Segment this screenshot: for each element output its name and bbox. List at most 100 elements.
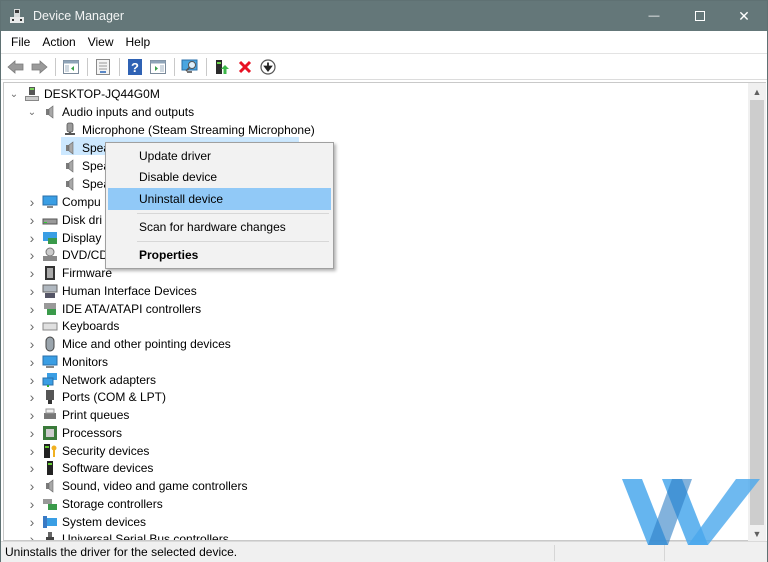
maximize-button[interactable]	[677, 1, 723, 31]
tree-node-label: Audio inputs and outputs	[62, 105, 195, 119]
tree-node-category[interactable]: › Network adapters	[26, 371, 156, 389]
tree-node-audio-inputs-outputs[interactable]: ⌄ Audio inputs and outputs	[26, 103, 194, 121]
toolbar-separator	[174, 57, 175, 76]
properties-button[interactable]	[92, 56, 114, 78]
tree-node-category[interactable]: › Print queues	[26, 406, 130, 424]
show-hide-console-tree-button[interactable]	[60, 56, 82, 78]
microphone-icon	[62, 122, 78, 138]
chevron-right-icon[interactable]: ›	[26, 335, 38, 353]
menu-view[interactable]: View	[82, 35, 120, 49]
tree-node-label: Network adapters	[62, 372, 157, 387]
scan-hardware-button[interactable]	[179, 56, 201, 78]
chevron-right-icon[interactable]: ›	[26, 388, 38, 406]
context-menu-properties[interactable]: Properties	[108, 244, 331, 266]
tree-node-label: System devices	[62, 514, 147, 529]
status-divider	[554, 545, 555, 561]
uninstall-device-icon	[238, 60, 252, 73]
tree-node-category[interactable]: › DVD/CD	[26, 246, 108, 264]
chevron-down-icon[interactable]: ⌄	[8, 85, 20, 103]
menu-action[interactable]: Action	[36, 35, 81, 49]
tree-node-category[interactable]: › Security devices	[26, 442, 150, 460]
tree-node-label: Compu	[62, 195, 101, 209]
printer-icon	[42, 407, 58, 423]
disable-device-button[interactable]	[257, 56, 279, 78]
tree-node-label: DESKTOP-JQ44G0M	[44, 87, 160, 101]
speaker-icon	[62, 140, 78, 156]
storage-controller-icon	[42, 496, 58, 512]
tree-node-speakers-selected[interactable]: Spea	[58, 139, 111, 157]
context-menu-update-driver[interactable]: Update driver	[108, 145, 331, 167]
chevron-right-icon[interactable]: ›	[26, 264, 38, 282]
chevron-right-icon[interactable]: ›	[26, 406, 38, 424]
tree-node-label: Storage controllers	[62, 496, 163, 511]
toolbar-separator	[87, 57, 88, 76]
tree-node-category[interactable]: › Sound, video and game controllers	[26, 477, 248, 495]
vertical-scrollbar[interactable]: ▲ ▼	[748, 82, 766, 541]
tree-node-category[interactable]: › Firmware	[26, 264, 112, 282]
tree-node-category[interactable]: › Processors	[26, 424, 122, 442]
back-button[interactable]	[5, 56, 27, 78]
chevron-right-icon[interactable]: ›	[26, 317, 38, 335]
scrollbar-thumb[interactable]	[750, 100, 764, 525]
chevron-right-icon[interactable]: ›	[26, 513, 38, 531]
chevron-right-icon[interactable]: ›	[26, 442, 38, 460]
tree-node-category[interactable]: › Storage controllers	[26, 495, 163, 513]
chevron-right-icon[interactable]: ›	[26, 424, 38, 442]
chevron-right-icon[interactable]: ›	[26, 459, 38, 477]
chevron-right-icon[interactable]: ›	[26, 193, 38, 211]
tree-node-label: Sound, video and game controllers	[62, 479, 248, 493]
chevron-right-icon[interactable]: ›	[26, 246, 38, 264]
tree-node-category[interactable]: › Disk dri	[26, 211, 102, 229]
disk-drive-icon	[42, 212, 58, 228]
minimize-button[interactable]: —	[631, 1, 677, 31]
context-menu-scan-hardware[interactable]: Scan for hardware changes	[108, 216, 331, 238]
tree-node-category[interactable]: › Monitors	[26, 353, 108, 371]
scroll-up-button[interactable]: ▲	[748, 83, 766, 100]
tree-node-category[interactable]: › System devices	[26, 513, 146, 531]
tree-node-category[interactable]: › IDE ATA/ATAPI controllers	[26, 300, 202, 318]
tree-node-speakers[interactable]: Spea	[58, 175, 110, 193]
tree-node-category[interactable]: › Software devices	[26, 459, 154, 477]
context-menu-uninstall-device[interactable]: Uninstall device	[108, 188, 331, 210]
title-bar[interactable]: Device Manager — ✕	[1, 1, 767, 31]
help-button[interactable]: ?	[124, 56, 146, 78]
uninstall-device-button[interactable]	[234, 56, 256, 78]
action-pane-button[interactable]	[147, 56, 169, 78]
processor-icon	[42, 425, 58, 441]
tree-node-microphone[interactable]: Microphone (Steam Streaming Microphone)	[58, 121, 315, 139]
tree-node-computer-root[interactable]: ⌄ DESKTOP-JQ44G0M	[8, 85, 160, 103]
chevron-right-icon[interactable]: ›	[26, 300, 38, 318]
forward-button[interactable]	[28, 56, 50, 78]
back-icon	[7, 59, 24, 74]
tree-node-category[interactable]: › Human Interface Devices	[26, 282, 197, 300]
menu-file[interactable]: File	[5, 35, 36, 49]
context-menu-disable-device[interactable]: Disable device	[108, 166, 331, 188]
chevron-right-icon[interactable]: ›	[26, 211, 38, 229]
chevron-right-icon[interactable]: ›	[26, 229, 38, 247]
chevron-right-icon[interactable]: ›	[26, 530, 38, 540]
system-device-icon	[42, 514, 58, 530]
tree-node-category[interactable]: › Keyboards	[26, 317, 120, 335]
tree-node-category[interactable]: › Ports (COM & LPT)	[26, 388, 166, 406]
network-adapter-icon	[42, 372, 58, 388]
monitor-icon	[42, 354, 58, 370]
chevron-right-icon[interactable]: ›	[26, 495, 38, 513]
chevron-down-icon[interactable]: ⌄	[26, 103, 38, 121]
tree-node-category[interactable]: › Display	[26, 229, 102, 247]
tree-node-category[interactable]: › Mice and other pointing devices	[26, 335, 231, 353]
close-button[interactable]: ✕	[721, 1, 767, 31]
tree-node-category[interactable]: › Universal Serial Bus controllers	[26, 530, 229, 540]
tree-node-label: Monitors	[62, 354, 109, 369]
chevron-right-icon[interactable]: ›	[26, 282, 38, 300]
chevron-right-icon[interactable]: ›	[26, 353, 38, 371]
tree-node-label: Security devices	[62, 443, 150, 458]
tree-node-category[interactable]: › Compu	[26, 193, 101, 211]
forward-icon	[31, 59, 48, 74]
tree-node-speakers[interactable]: Spea	[58, 157, 110, 175]
chevron-right-icon[interactable]: ›	[26, 371, 38, 389]
device-manager-app-icon	[9, 8, 25, 24]
update-driver-button[interactable]	[211, 56, 233, 78]
chevron-right-icon[interactable]: ›	[26, 477, 38, 495]
menu-help[interactable]: Help	[120, 35, 157, 49]
update-driver-icon	[216, 59, 229, 74]
